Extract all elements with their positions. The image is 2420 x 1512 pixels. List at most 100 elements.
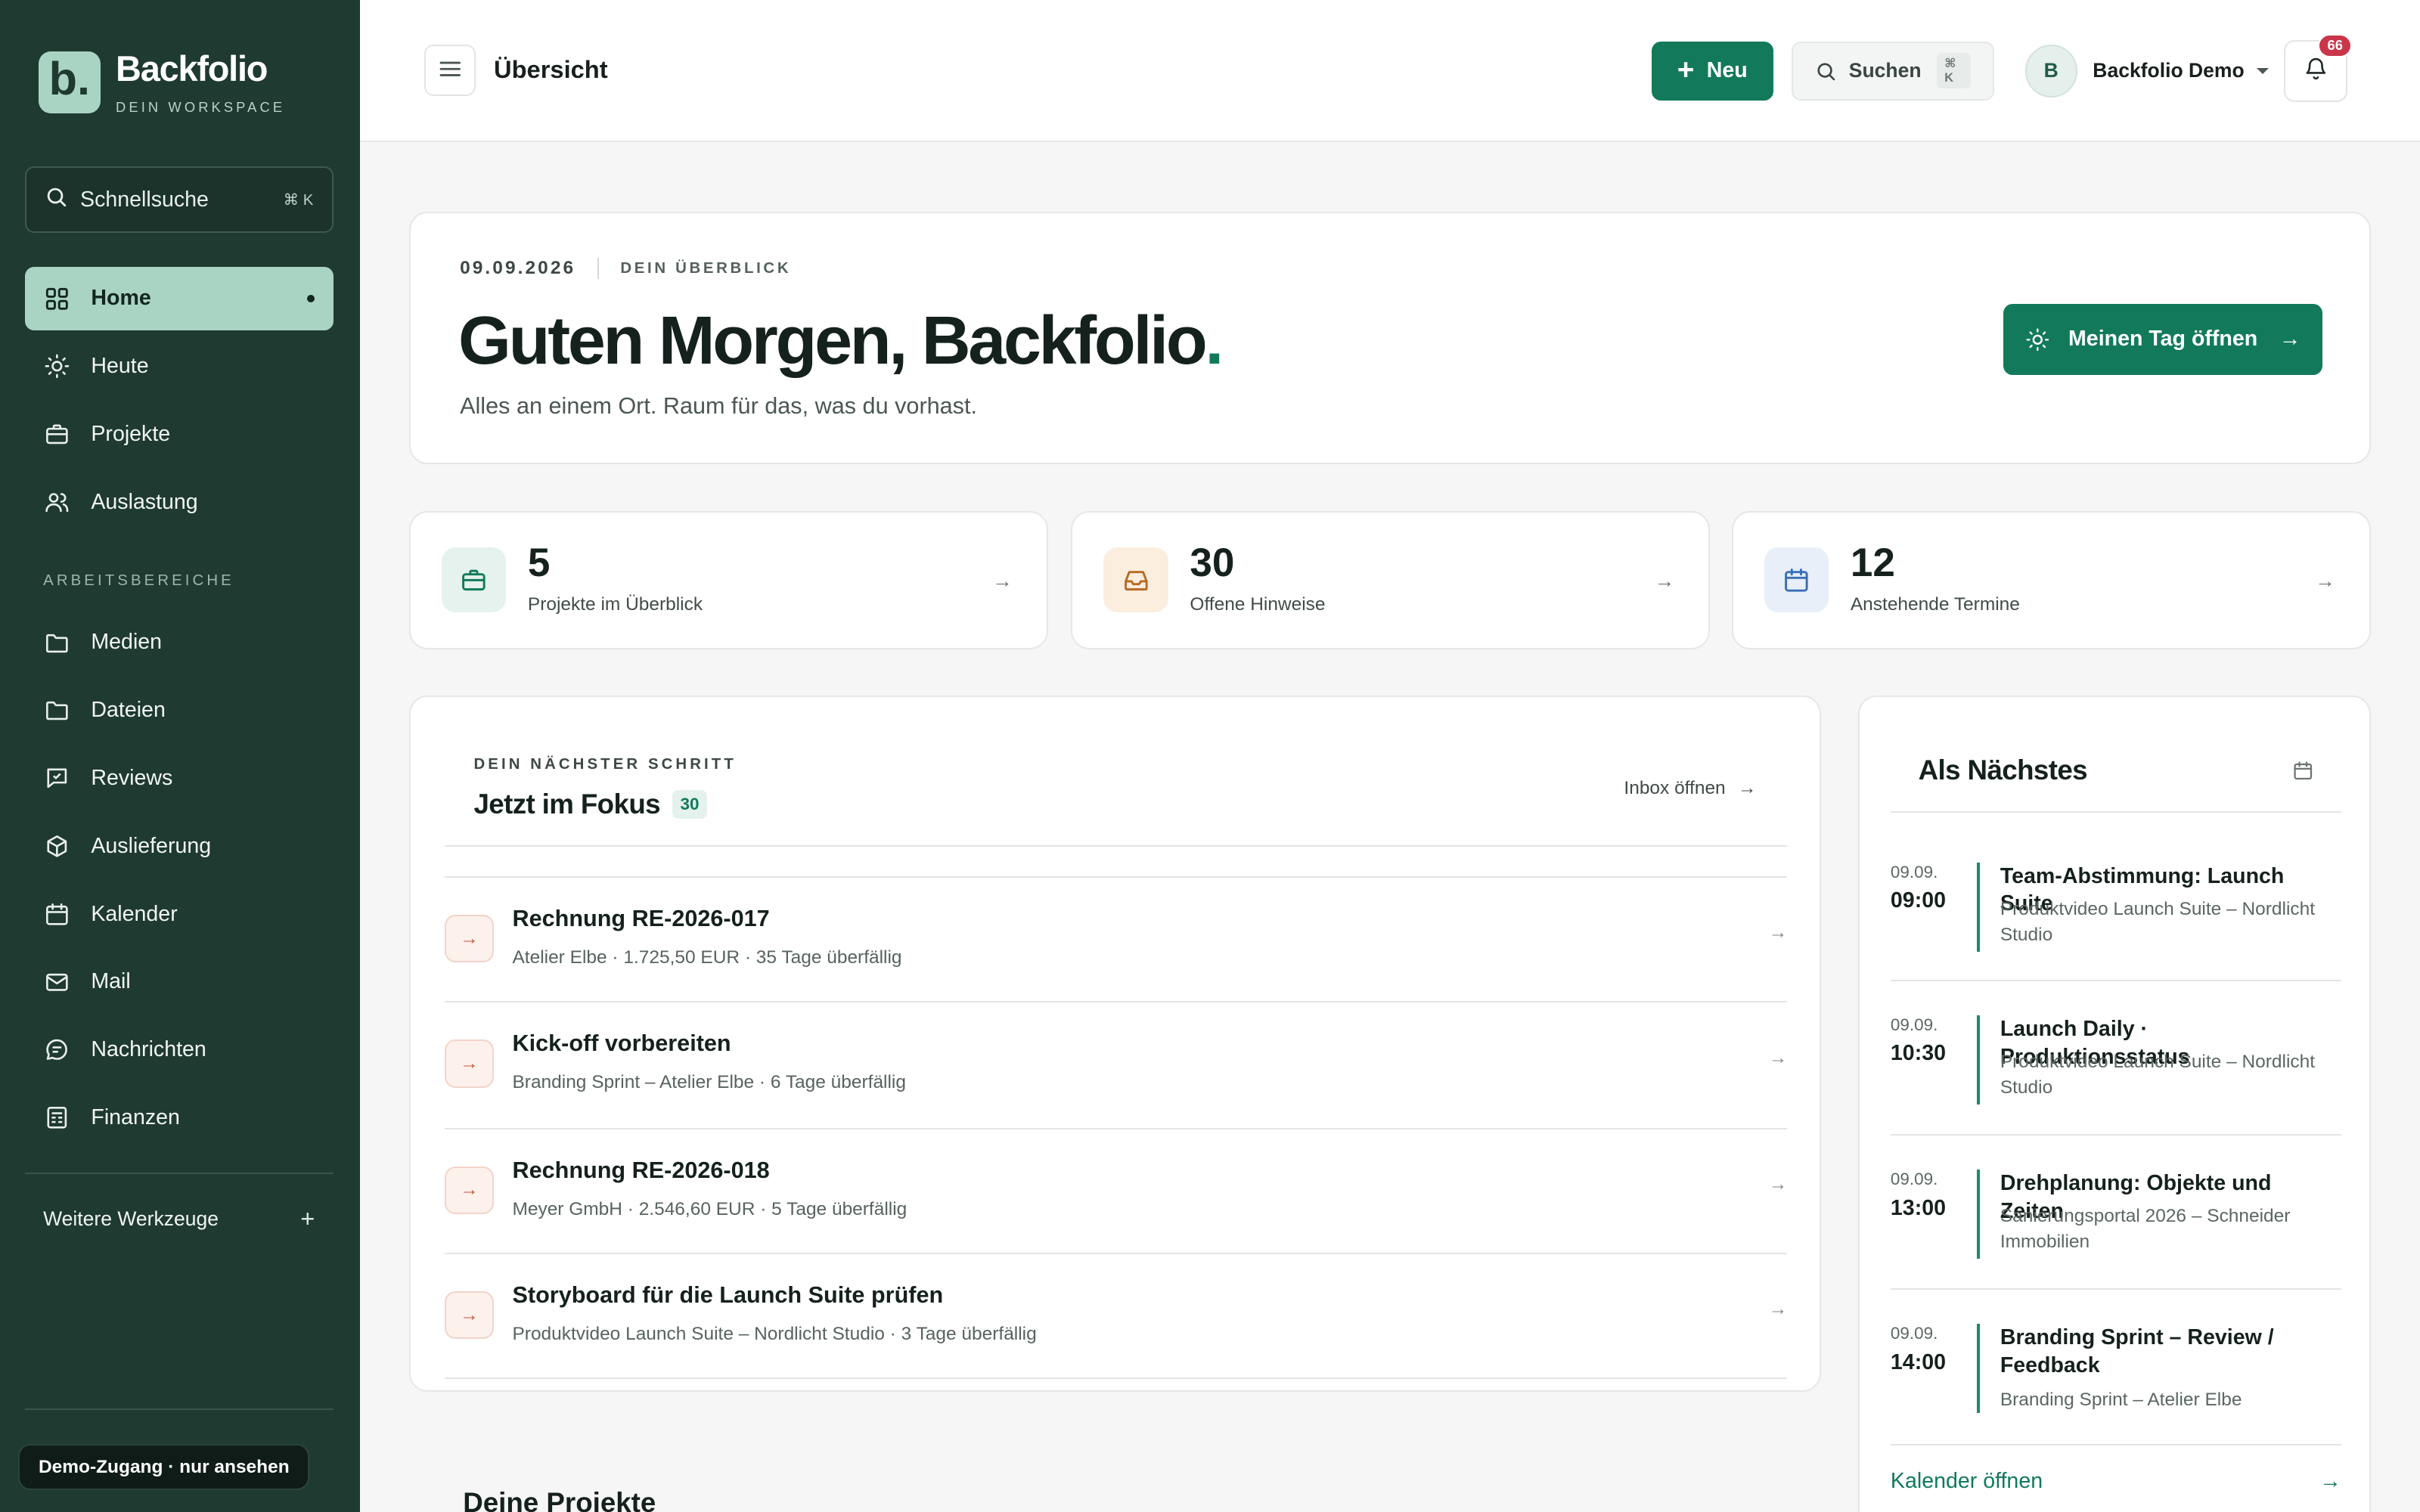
focus-panel: DEIN NÄCHSTER SCHRITT Jetzt im Fokus 30 … xyxy=(408,696,1822,1392)
divider xyxy=(444,1377,1788,1380)
folder-icon xyxy=(43,696,71,724)
event-item[interactable]: 09.09. 14:00 Branding Sprint – Review / … xyxy=(1890,1323,2341,1414)
nav-item-label: Medien xyxy=(91,630,163,655)
brand-tagline: DEIN WORKSPACE xyxy=(116,98,286,115)
notification-count-badge: 66 xyxy=(2318,33,2353,57)
nav-item-label: Auslieferung xyxy=(91,833,212,858)
task-row[interactable]: → Rechnung RE-2026-018 Meyer GmbH · 2.54… xyxy=(444,1128,1788,1251)
nav-item-label: Heute xyxy=(91,354,149,379)
open-inbox-link[interactable]: Inbox öffnen → xyxy=(1624,778,1756,799)
nav-item-projekte[interactable]: Projekte xyxy=(25,403,334,466)
upcoming-title: Als Nächstes xyxy=(1918,754,2088,785)
sidebar: b. Backfolio DEIN WORKSPACE Schnellsuche… xyxy=(0,0,360,1512)
more-tools-toggle[interactable]: Weitere Werkzeuge + xyxy=(25,1196,334,1242)
new-button[interactable]: + Neu xyxy=(1651,42,1773,101)
nav-item-dateien[interactable]: Dateien xyxy=(25,679,334,742)
stat-value: 30 xyxy=(1190,541,1235,586)
divider xyxy=(444,845,1788,847)
calendar-icon xyxy=(43,900,71,928)
arrow-right-icon: → xyxy=(1768,1173,1788,1194)
brand-logo: b. xyxy=(39,51,101,113)
focus-count-badge: 30 xyxy=(672,789,707,819)
event-time: 13:00 xyxy=(1890,1195,1946,1220)
search-icon xyxy=(45,185,68,215)
briefcase-icon xyxy=(441,547,507,613)
stat-card-appointments[interactable]: 12 Anstehende Termine → xyxy=(1731,510,2371,650)
nav-item-label: Dateien xyxy=(91,698,166,723)
task-row[interactable]: → Kick-off vorbereiten Branding Sprint –… xyxy=(444,1001,1787,1124)
stat-card-projects[interactable]: 5 Projekte im Überblick → xyxy=(408,510,1048,650)
nav-item-nachrichten[interactable]: Nachrichten xyxy=(25,1018,334,1082)
menu-button[interactable] xyxy=(424,45,476,96)
open-calendar-link[interactable]: Kalender öffnen → xyxy=(1891,1469,2341,1494)
upcoming-panel: Als Nächstes 09.09. 09:00 Team-Abstimmun… xyxy=(1858,696,2371,1512)
arrow-right-icon: → xyxy=(1768,922,1788,943)
event-item[interactable]: 09.09. 09:00 Team-Abstimmung: Launch Sui… xyxy=(1891,862,2341,953)
arrow-right-icon: → xyxy=(2315,569,2335,592)
nav-item-medien[interactable]: Medien xyxy=(25,611,334,674)
task-meta: Atelier Elbe · 1.725,50 EUR · 35 Tage üb… xyxy=(512,947,902,968)
event-project: Produktvideo Launch Suite – Nordlicht St… xyxy=(2000,1051,2316,1098)
quick-search-label: Schnellsuche xyxy=(80,187,209,212)
stat-value: 12 xyxy=(1850,541,1895,586)
search-button[interactable]: Suchen ⌘ K xyxy=(1792,42,1994,101)
brand-name: Backfolio xyxy=(116,49,268,89)
demo-badge: Demo-Zugang · nur ansehen xyxy=(18,1444,310,1491)
arrow-right-icon: → xyxy=(2279,327,2301,352)
users-icon xyxy=(43,488,71,516)
user-menu[interactable]: B Backfolio Demo xyxy=(2024,42,2269,101)
arrow-right-icon: → xyxy=(444,915,494,963)
greeting-accent-dot: . xyxy=(1205,302,1224,379)
stat-label: Anstehende Termine xyxy=(1850,593,2020,615)
stat-label: Projekte im Überblick xyxy=(527,593,703,615)
greeting-heading: Guten Morgen, Backfolio. xyxy=(458,302,1224,380)
nav-item-home[interactable]: Home xyxy=(24,267,334,330)
task-row[interactable]: → Rechnung RE-2026-017 Atelier Elbe · 1.… xyxy=(444,876,1788,999)
calendar-icon[interactable] xyxy=(2292,759,2314,788)
task-meta: Meyer GmbH · 2.546,60 EUR · 5 Tage überf… xyxy=(512,1198,908,1219)
event-date: 09.09. xyxy=(1890,1323,1938,1343)
task-row[interactable]: → Storyboard für die Launch Suite prüfen… xyxy=(444,1253,1787,1376)
sun-icon xyxy=(43,352,71,380)
arrow-right-icon: → xyxy=(1654,569,1675,592)
page-title: Übersicht xyxy=(494,55,608,84)
nav-item-heute[interactable]: Heute xyxy=(25,335,334,398)
nav-item-label: Home xyxy=(91,286,151,311)
current-date: 09.09.2026 xyxy=(460,258,576,279)
event-time: 10:30 xyxy=(1890,1041,1946,1066)
primary-nav: Home Heute Projekte Auslastung xyxy=(24,267,334,538)
event-item[interactable]: 09.09. 10:30 Launch Daily · Produktionss… xyxy=(1891,1015,2341,1105)
nav-item-label: Reviews xyxy=(91,766,173,791)
arrow-right-icon: → xyxy=(444,1291,494,1340)
nav-item-mail[interactable]: Mail xyxy=(25,950,334,1014)
arrow-right-icon: → xyxy=(444,1166,494,1215)
briefcase-icon xyxy=(43,420,71,448)
nav-item-auslastung[interactable]: Auslastung xyxy=(25,470,334,534)
workspace-nav: Medien Dateien Reviews Auslieferung Kale… xyxy=(25,611,334,1154)
nav-item-label: Projekte xyxy=(91,421,171,446)
open-my-day-label: Meinen Tag öffnen xyxy=(2068,327,2258,352)
stat-label: Offene Hinweise xyxy=(1190,593,1326,615)
nav-item-kalender[interactable]: Kalender xyxy=(25,882,334,946)
search-shortcut: ⌘ K xyxy=(1936,53,1972,89)
active-indicator xyxy=(307,294,315,302)
package-icon xyxy=(43,832,71,860)
chevron-down-icon xyxy=(2257,67,2269,74)
event-project: Branding Sprint – Atelier Elbe xyxy=(2000,1389,2242,1410)
nav-item-finanzen[interactable]: Finanzen xyxy=(25,1086,334,1150)
stat-card-notices[interactable]: 30 Offene Hinweise → xyxy=(1071,510,1711,650)
grid-icon xyxy=(43,285,71,313)
event-time: 14:00 xyxy=(1890,1349,1946,1374)
greeting-card: 09.09.2026 DEIN ÜBERBLICK Guten Morgen, … xyxy=(408,211,2371,465)
brand[interactable]: b. Backfolio DEIN WORKSPACE xyxy=(39,49,285,115)
divider xyxy=(1890,811,2341,813)
open-inbox-label: Inbox öffnen xyxy=(1624,777,1726,798)
open-my-day-button[interactable]: Meinen Tag öffnen → xyxy=(2003,303,2323,375)
search-icon xyxy=(1815,60,1837,82)
quick-search[interactable]: Schnellsuche ⌘ K xyxy=(24,166,334,234)
arrow-right-icon: → xyxy=(444,1040,494,1088)
nav-item-auslieferung[interactable]: Auslieferung xyxy=(25,815,334,878)
event-item[interactable]: 09.09. 13:00 Drehplanung: Objekte und Ze… xyxy=(1890,1169,2341,1259)
divider xyxy=(1890,1444,2341,1446)
nav-item-reviews[interactable]: Reviews xyxy=(25,747,334,810)
